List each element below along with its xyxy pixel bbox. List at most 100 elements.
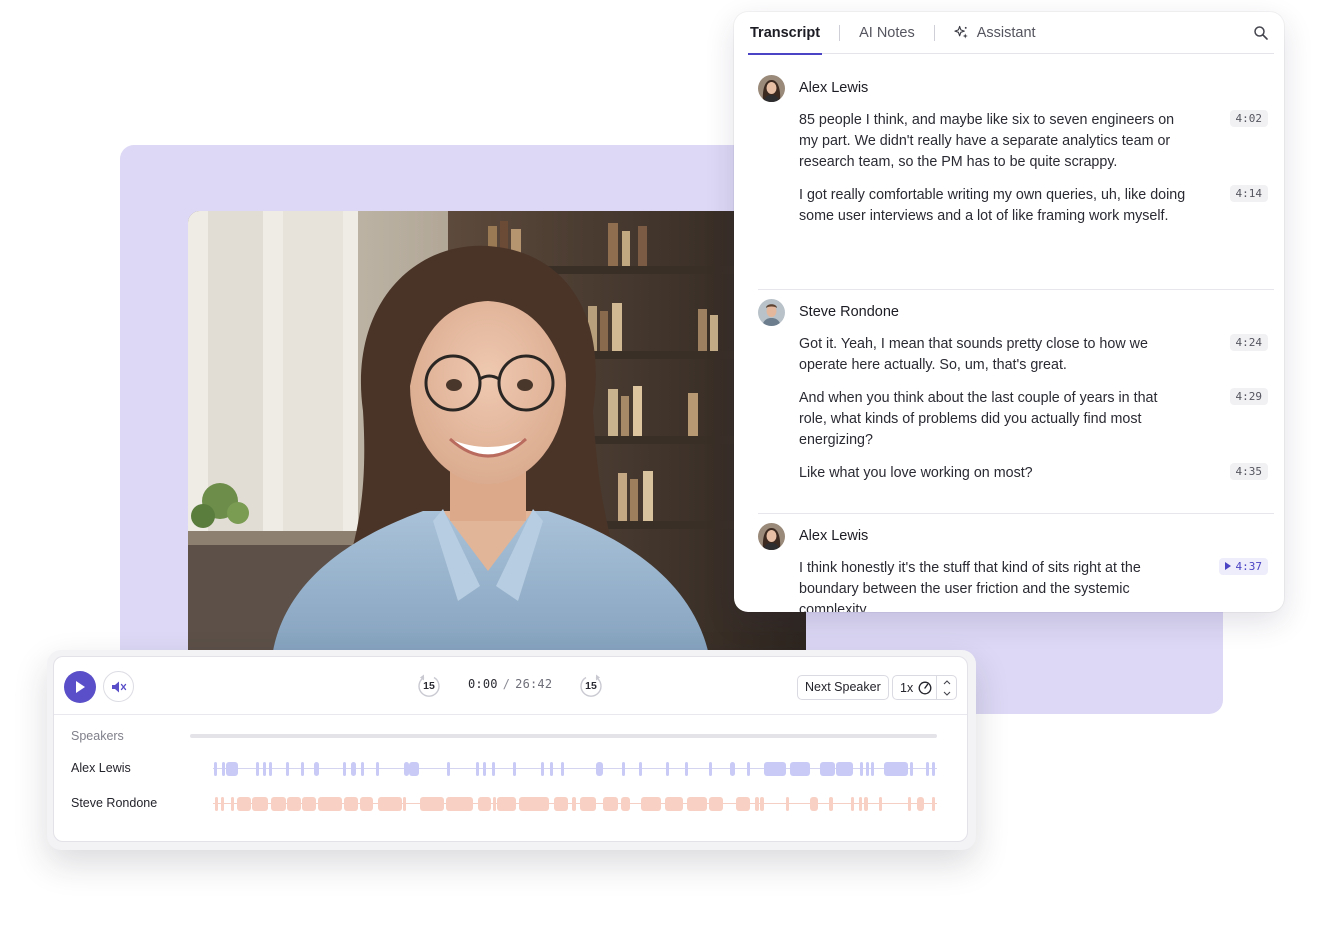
speech-segment[interactable] <box>572 797 576 811</box>
speech-segment[interactable] <box>256 762 259 776</box>
speech-segment[interactable] <box>884 762 908 776</box>
skip-forward-button[interactable]: 15 <box>577 672 605 700</box>
speech-segment[interactable] <box>286 762 289 776</box>
speech-segment[interactable] <box>492 762 495 776</box>
chevron-down-icon[interactable] <box>943 688 951 699</box>
speech-segment[interactable] <box>344 797 358 811</box>
speech-segment[interactable] <box>866 762 869 776</box>
speech-segment[interactable] <box>666 762 669 776</box>
speech-segment[interactable] <box>351 762 356 776</box>
speech-segment[interactable] <box>561 762 564 776</box>
speech-segment[interactable] <box>580 797 596 811</box>
timestamp-button[interactable]: 4:02 <box>1229 110 1268 127</box>
speech-segment[interactable] <box>403 797 406 811</box>
tab-assistant[interactable]: Assistant <box>952 12 1038 54</box>
speech-segment[interactable] <box>447 762 450 776</box>
speech-segment[interactable] <box>497 797 516 811</box>
speech-segment[interactable] <box>755 797 759 811</box>
speech-segment[interactable] <box>314 762 319 776</box>
next-speaker-button[interactable]: Next Speaker <box>797 675 889 700</box>
speech-segment[interactable] <box>860 762 863 776</box>
speech-segment[interactable] <box>420 797 444 811</box>
speech-segment[interactable] <box>476 762 479 776</box>
speech-segment[interactable] <box>917 797 924 811</box>
speech-segment[interactable] <box>932 797 935 811</box>
speech-segment[interactable] <box>263 762 266 776</box>
timestamp-button[interactable]: 4:29 <box>1229 388 1268 405</box>
chevron-up-icon[interactable] <box>943 677 951 688</box>
speech-segment[interactable] <box>378 797 402 811</box>
speech-segment[interactable] <box>760 797 764 811</box>
speed-value[interactable]: 1x <box>900 681 913 695</box>
speech-segment[interactable] <box>269 762 272 776</box>
skip-back-button[interactable]: 15 <box>415 672 443 700</box>
speech-segment[interactable] <box>231 797 234 811</box>
speech-segment[interactable] <box>820 762 835 776</box>
speech-segment[interactable] <box>685 762 688 776</box>
speech-segment[interactable] <box>493 797 496 811</box>
speech-segment[interactable] <box>222 762 225 776</box>
speech-segment[interactable] <box>730 762 735 776</box>
speech-segment[interactable] <box>343 762 346 776</box>
speech-segment[interactable] <box>541 762 544 776</box>
speech-segment[interactable] <box>318 797 342 811</box>
timestamp-button[interactable]: 4:14 <box>1229 185 1268 202</box>
speech-segment[interactable] <box>376 762 379 776</box>
speech-segment[interactable] <box>764 762 786 776</box>
speech-segment[interactable] <box>829 797 833 811</box>
speech-segment[interactable] <box>747 762 750 776</box>
speech-segment[interactable] <box>879 797 882 811</box>
speech-segment[interactable] <box>596 762 603 776</box>
speech-segment[interactable] <box>361 762 364 776</box>
speech-segment[interactable] <box>639 762 642 776</box>
speech-segment[interactable] <box>908 797 911 811</box>
speech-segment[interactable] <box>554 797 568 811</box>
speech-segment[interactable] <box>360 797 373 811</box>
speech-segment[interactable] <box>932 762 935 776</box>
speech-segment[interactable] <box>864 797 868 811</box>
speech-segment[interactable] <box>215 797 218 811</box>
speech-segment[interactable] <box>513 762 516 776</box>
speech-segment[interactable] <box>237 797 251 811</box>
speech-segment[interactable] <box>622 762 625 776</box>
speech-segment[interactable] <box>603 797 618 811</box>
search-icon[interactable] <box>1252 24 1270 42</box>
speech-segment[interactable] <box>790 762 810 776</box>
speech-segment[interactable] <box>621 797 630 811</box>
speech-segment[interactable] <box>214 762 217 776</box>
speech-segment[interactable] <box>871 762 874 776</box>
speech-segment[interactable] <box>926 762 929 776</box>
tab-transcript[interactable]: Transcript <box>748 12 823 55</box>
video-player[interactable] <box>188 211 806 651</box>
tab-ai-notes[interactable]: AI Notes <box>857 12 917 54</box>
timestamp-button[interactable]: 4:35 <box>1229 463 1268 480</box>
speech-segment[interactable] <box>687 797 707 811</box>
speech-segment[interactable] <box>287 797 301 811</box>
speech-segment[interactable] <box>446 797 473 811</box>
speech-segment[interactable] <box>302 797 316 811</box>
speech-segment[interactable] <box>665 797 683 811</box>
speech-segment[interactable] <box>550 762 553 776</box>
speech-segment[interactable] <box>301 762 304 776</box>
play-button[interactable] <box>64 671 96 703</box>
speech-segment[interactable] <box>851 797 854 811</box>
speech-segment[interactable] <box>836 762 853 776</box>
mute-button[interactable] <box>103 671 134 702</box>
speech-segment[interactable] <box>810 797 818 811</box>
speech-segment[interactable] <box>709 797 723 811</box>
speech-segment[interactable] <box>736 797 750 811</box>
speech-segment[interactable] <box>252 797 268 811</box>
speech-segment[interactable] <box>859 797 862 811</box>
speech-segment[interactable] <box>641 797 661 811</box>
speech-segment[interactable] <box>483 762 486 776</box>
speech-segment[interactable] <box>271 797 286 811</box>
speech-segment[interactable] <box>786 797 789 811</box>
timestamp-button[interactable]: 4:24 <box>1229 334 1268 351</box>
progress-bar[interactable] <box>190 734 937 738</box>
speech-segment[interactable] <box>910 762 913 776</box>
speech-segment[interactable] <box>519 797 549 811</box>
timestamp-button-playing[interactable]: 4:37 <box>1218 558 1268 575</box>
speaker-track-alex[interactable] <box>190 762 937 776</box>
speech-segment[interactable] <box>409 762 419 776</box>
speaker-track-steve[interactable] <box>190 797 937 811</box>
